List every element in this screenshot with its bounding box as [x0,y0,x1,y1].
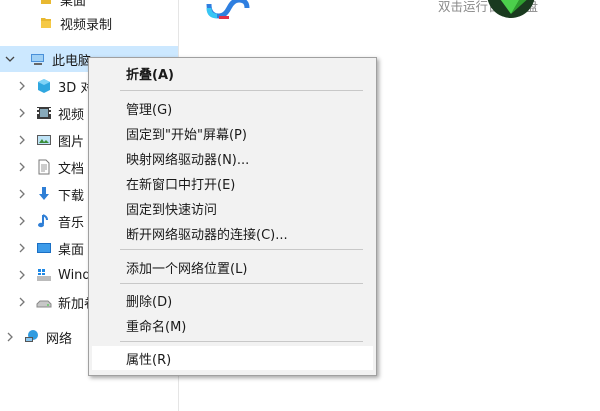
menu-item-pin-to-start[interactable]: 固定到"开始"屏幕(P) [92,121,373,145]
network-icon [24,329,40,345]
chevron-right-icon[interactable] [16,80,28,92]
folder-icon [38,15,54,31]
nav-item-label: 文档 [58,161,85,177]
menu-separator [120,341,363,342]
video-icon [36,105,52,121]
download-icon [36,186,52,202]
menu-item-add-network-location[interactable]: 添加一个网络位置(L) [92,255,373,279]
menu-item-rename[interactable]: 重命名(M) [92,313,373,337]
menu-separator [120,249,363,250]
chevron-right-icon[interactable] [16,269,28,281]
chevron-right-icon[interactable] [16,134,28,146]
app-shortcut-icon[interactable] [485,0,537,20]
windows-drive-icon [36,267,52,283]
nav-item-label: 此电脑 [52,53,92,69]
menu-item-collapse[interactable]: 折叠(A) [92,61,373,85]
nav-item-label: 网络 [46,331,73,347]
nav-item-label: 视频 [58,107,85,123]
picture-icon [36,132,52,148]
chevron-right-icon[interactable] [16,161,28,173]
drive-icon [36,294,52,310]
menu-separator [120,283,363,284]
nav-item-label: Wind [58,267,91,283]
menu-item-pin-quick-access[interactable]: 固定到快速访问 [92,196,373,220]
chevron-right-icon[interactable] [4,331,16,343]
menu-item-properties[interactable]: 属性(R) [92,346,373,370]
menu-item-manage[interactable]: 管理(G) [92,96,373,120]
3d-objects-icon [36,78,52,94]
chevron-down-icon[interactable] [4,53,16,65]
music-icon [36,213,52,229]
nav-item-label: 下载 [58,188,85,204]
chevron-right-icon[interactable] [16,188,28,200]
menu-item-delete[interactable]: 删除(D) [92,288,373,312]
folder-icon [38,0,54,7]
desktop-icon [36,240,52,256]
baidu-netdisk-icon[interactable] [205,0,253,22]
nav-item-label: 桌面 [58,242,85,258]
nav-item-label: 视频录制 [60,17,113,33]
chevron-right-icon[interactable] [16,296,28,308]
nav-item-label: 音乐 [58,215,85,231]
nav-item-video-recording[interactable]: 视频录制 [0,10,178,36]
menu-separator [120,90,363,91]
chevron-right-icon[interactable] [16,242,28,254]
nav-item-label: 桌面 [60,0,87,9]
chevron-right-icon[interactable] [16,215,28,227]
menu-item-map-network-drive[interactable]: 映射网络驱动器(N)... [92,146,373,170]
menu-item-open-new-window[interactable]: 在新窗口中打开(E) [92,171,373,195]
menu-item-disconnect-network-drive[interactable]: 断开网络驱动器的连接(C)... [92,221,373,245]
document-icon [36,159,52,175]
context-menu: 折叠(A) 管理(G) 固定到"开始"屏幕(P) 映射网络驱动器(N)... 在… [88,57,377,376]
computer-icon [30,51,46,67]
nav-item-label: 图片 [58,134,85,150]
chevron-right-icon[interactable] [16,107,28,119]
